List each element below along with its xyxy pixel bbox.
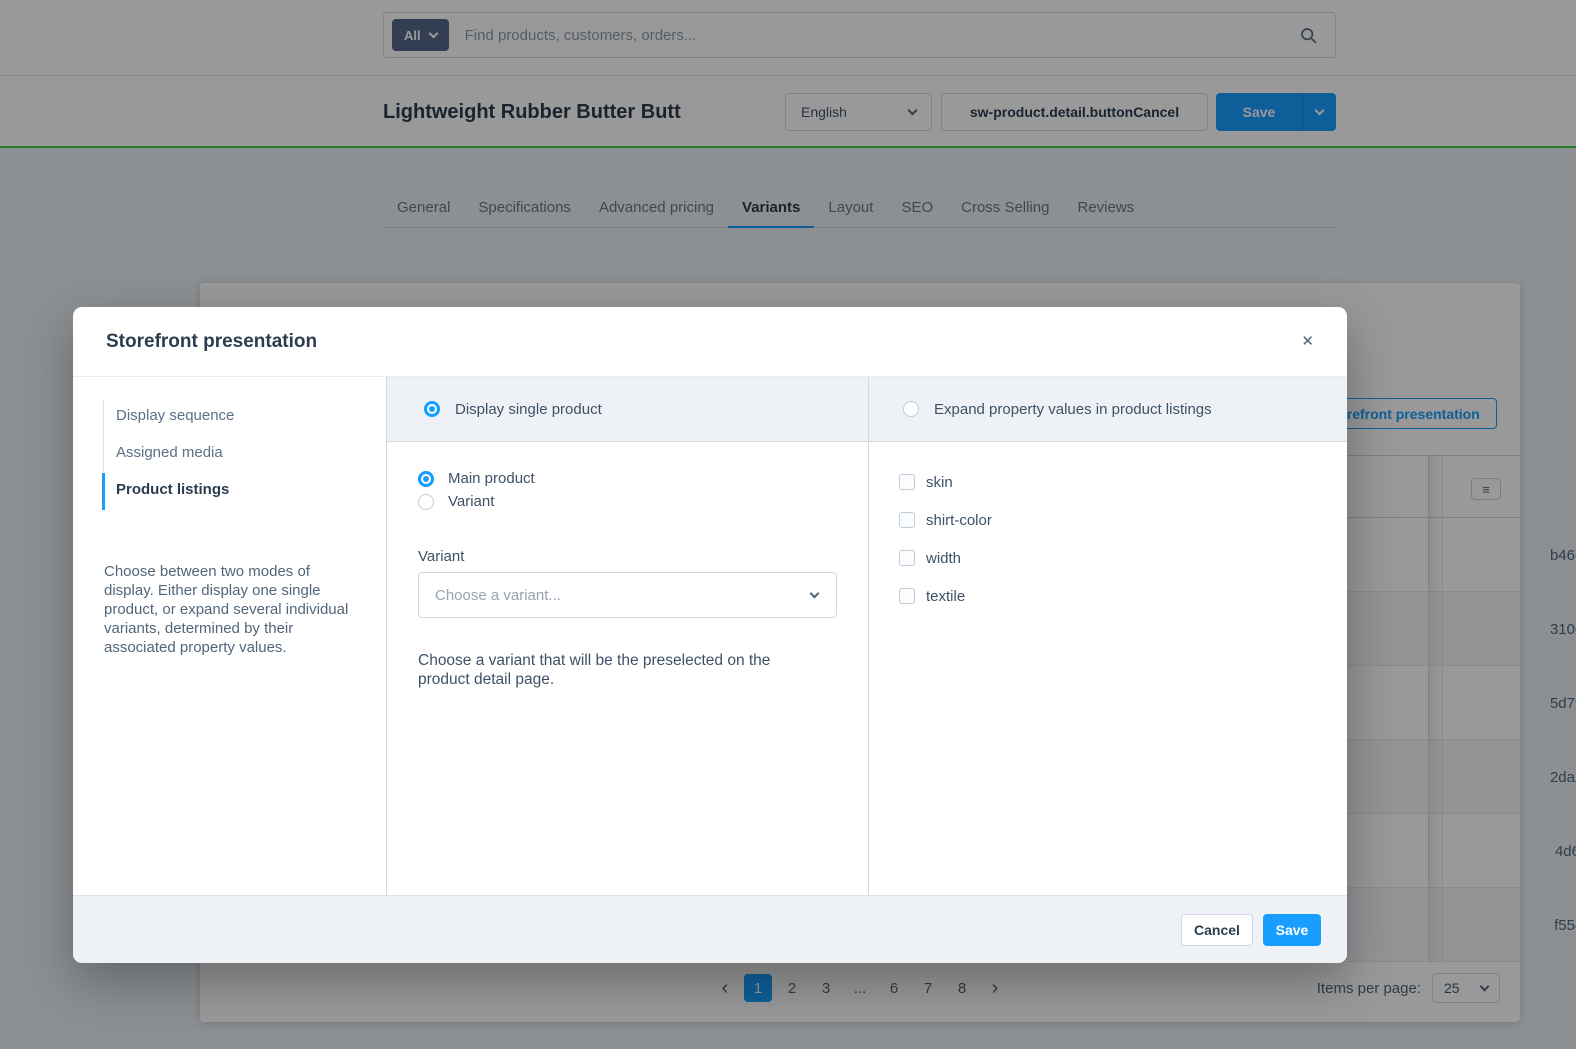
skin-label: skin: [926, 474, 953, 491]
main-product-radio[interactable]: [418, 471, 434, 487]
skin-checkbox[interactable]: [899, 474, 915, 490]
properties-list: skin shirt-color width textile: [869, 442, 1347, 608]
modal-body: Display sequence Assigned media Product …: [73, 377, 1347, 895]
modal-save-button[interactable]: Save: [1263, 914, 1321, 946]
display-single-product-label: Display single product: [455, 401, 602, 418]
nav-item-display-sequence[interactable]: Display sequence: [73, 397, 386, 434]
chevron-down-icon: [810, 588, 820, 598]
single-product-option-band: Display single product: [387, 377, 868, 442]
main-product-label: Main product: [448, 470, 535, 487]
textile-label: textile: [926, 588, 965, 605]
expand-properties-radio[interactable]: [903, 401, 919, 417]
width-label: width: [926, 550, 961, 567]
variant-radio[interactable]: [418, 494, 434, 510]
shirt-color-label: shirt-color: [926, 512, 992, 529]
close-icon[interactable]: ✕: [1301, 334, 1314, 349]
modal-nav-column: Display sequence Assigned media Product …: [73, 377, 387, 895]
product-detail-page: All Lightweight Rubber Butter Butt Engli…: [0, 0, 1576, 1049]
variant-help-text: Choose a variant that will be the presel…: [418, 651, 818, 689]
variant-select-placeholder: Choose a variant...: [435, 587, 561, 604]
width-checkbox[interactable]: [899, 550, 915, 566]
mode-description: Choose between two modes of display. Eit…: [104, 562, 354, 657]
expand-properties-label: Expand property values in product listin…: [934, 401, 1212, 418]
nav-active-indicator: [102, 473, 105, 510]
storefront-presentation-modal: Storefront presentation ✕ Display sequen…: [73, 307, 1347, 963]
variant-field-label: Variant: [418, 548, 868, 565]
nav-item-assigned-media[interactable]: Assigned media: [73, 434, 386, 471]
property-row-textile[interactable]: textile: [899, 584, 1347, 608]
variant-option[interactable]: Variant: [418, 493, 868, 510]
single-product-column: Display single product Main product Vari…: [387, 377, 869, 895]
property-row-skin[interactable]: skin: [899, 470, 1347, 494]
property-row-shirt-color[interactable]: shirt-color: [899, 508, 1347, 532]
expand-properties-column: Expand property values in product listin…: [869, 377, 1347, 895]
modal-nav: Display sequence Assigned media Product …: [73, 397, 386, 508]
main-product-option[interactable]: Main product: [418, 470, 868, 487]
modal-title: Storefront presentation: [106, 331, 317, 353]
property-row-width[interactable]: width: [899, 546, 1347, 570]
display-single-product-radio[interactable]: [424, 401, 440, 417]
shirt-color-checkbox[interactable]: [899, 512, 915, 528]
textile-checkbox[interactable]: [899, 588, 915, 604]
modal-cancel-button[interactable]: Cancel: [1181, 914, 1253, 946]
nav-item-product-listings[interactable]: Product listings: [73, 471, 386, 508]
single-product-content: Main product Variant Variant Choose a va…: [387, 442, 868, 689]
variant-select[interactable]: Choose a variant...: [418, 572, 837, 618]
variant-label: Variant: [448, 493, 494, 510]
expand-option-band: Expand property values in product listin…: [869, 377, 1347, 442]
modal-header: Storefront presentation ✕: [73, 307, 1347, 377]
modal-footer: Cancel Save: [73, 895, 1347, 963]
